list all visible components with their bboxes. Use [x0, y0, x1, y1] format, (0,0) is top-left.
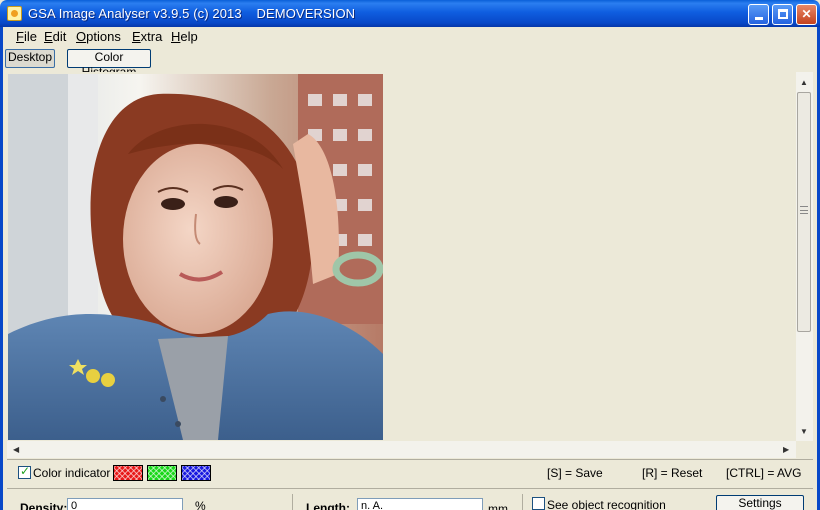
green-swatch[interactable]	[147, 465, 177, 481]
density-field[interactable]: 0	[67, 498, 183, 510]
object-recognition-checkbox[interactable]	[532, 497, 545, 510]
scroll-down-arrow-icon[interactable]: ▼	[800, 427, 808, 436]
panel-separator	[7, 488, 813, 489]
color-indicator-checkbox[interactable]	[18, 464, 31, 479]
density-unit: %	[195, 499, 206, 510]
minimize-icon	[754, 17, 763, 20]
blue-swatch[interactable]	[181, 465, 211, 481]
window-frame-left	[0, 27, 3, 510]
length-field[interactable]: n. A.	[357, 498, 483, 510]
length-label: Length:	[306, 501, 350, 510]
app-icon[interactable]	[7, 6, 22, 21]
save-shortcut-hint: [S] = Save	[547, 466, 603, 480]
menu-help[interactable]: Help	[171, 29, 198, 44]
red-swatch[interactable]	[113, 465, 143, 481]
reset-shortcut-hint: [R] = Reset	[642, 466, 703, 480]
desktop-button[interactable]: Desktop	[5, 49, 55, 68]
scroll-right-arrow-icon[interactable]: ▶	[783, 445, 789, 454]
density-label: Density:	[20, 501, 68, 510]
color-indicator-label: Color indicator	[33, 466, 111, 480]
color-histogram-button[interactable]: Color Histogram	[67, 49, 151, 79]
scroll-grip-icon	[800, 206, 808, 214]
avg-shortcut-hint: [CTRL] = AVG	[726, 466, 802, 480]
field-separator	[292, 494, 293, 510]
minimize-button[interactable]	[748, 4, 769, 25]
menu-options[interactable]: Options	[76, 29, 121, 44]
maximize-icon	[777, 9, 788, 19]
menu-extra[interactable]: Extra	[132, 29, 162, 44]
title-bar[interactable]: GSA Image Analyser v3.9.5 (c) 2013 DEMOV…	[0, 0, 820, 27]
close-button[interactable]: ✕	[796, 4, 817, 25]
menu-edit[interactable]: Edit	[44, 29, 66, 44]
panel-divider	[7, 459, 813, 460]
settings-button[interactable]: Settings	[716, 495, 804, 510]
length-unit: mm	[488, 502, 508, 510]
object-recognition-label: See object recognition	[547, 498, 666, 510]
scroll-left-arrow-icon[interactable]: ◀	[13, 445, 19, 454]
window-title: GSA Image Analyser v3.9.5 (c) 2013 DEMOV…	[28, 6, 356, 21]
horizontal-scrollbar[interactable]	[7, 441, 796, 458]
portrait-image	[8, 74, 383, 440]
loaded-photo[interactable]	[8, 74, 383, 440]
menu-file[interactable]: File	[16, 29, 37, 44]
scroll-up-arrow-icon[interactable]: ▲	[800, 78, 808, 87]
field-separator	[522, 494, 523, 510]
maximize-button[interactable]	[772, 4, 793, 25]
menu-bar: File Edit Options Extra Help	[3, 27, 817, 47]
close-icon: ✕	[801, 7, 812, 21]
